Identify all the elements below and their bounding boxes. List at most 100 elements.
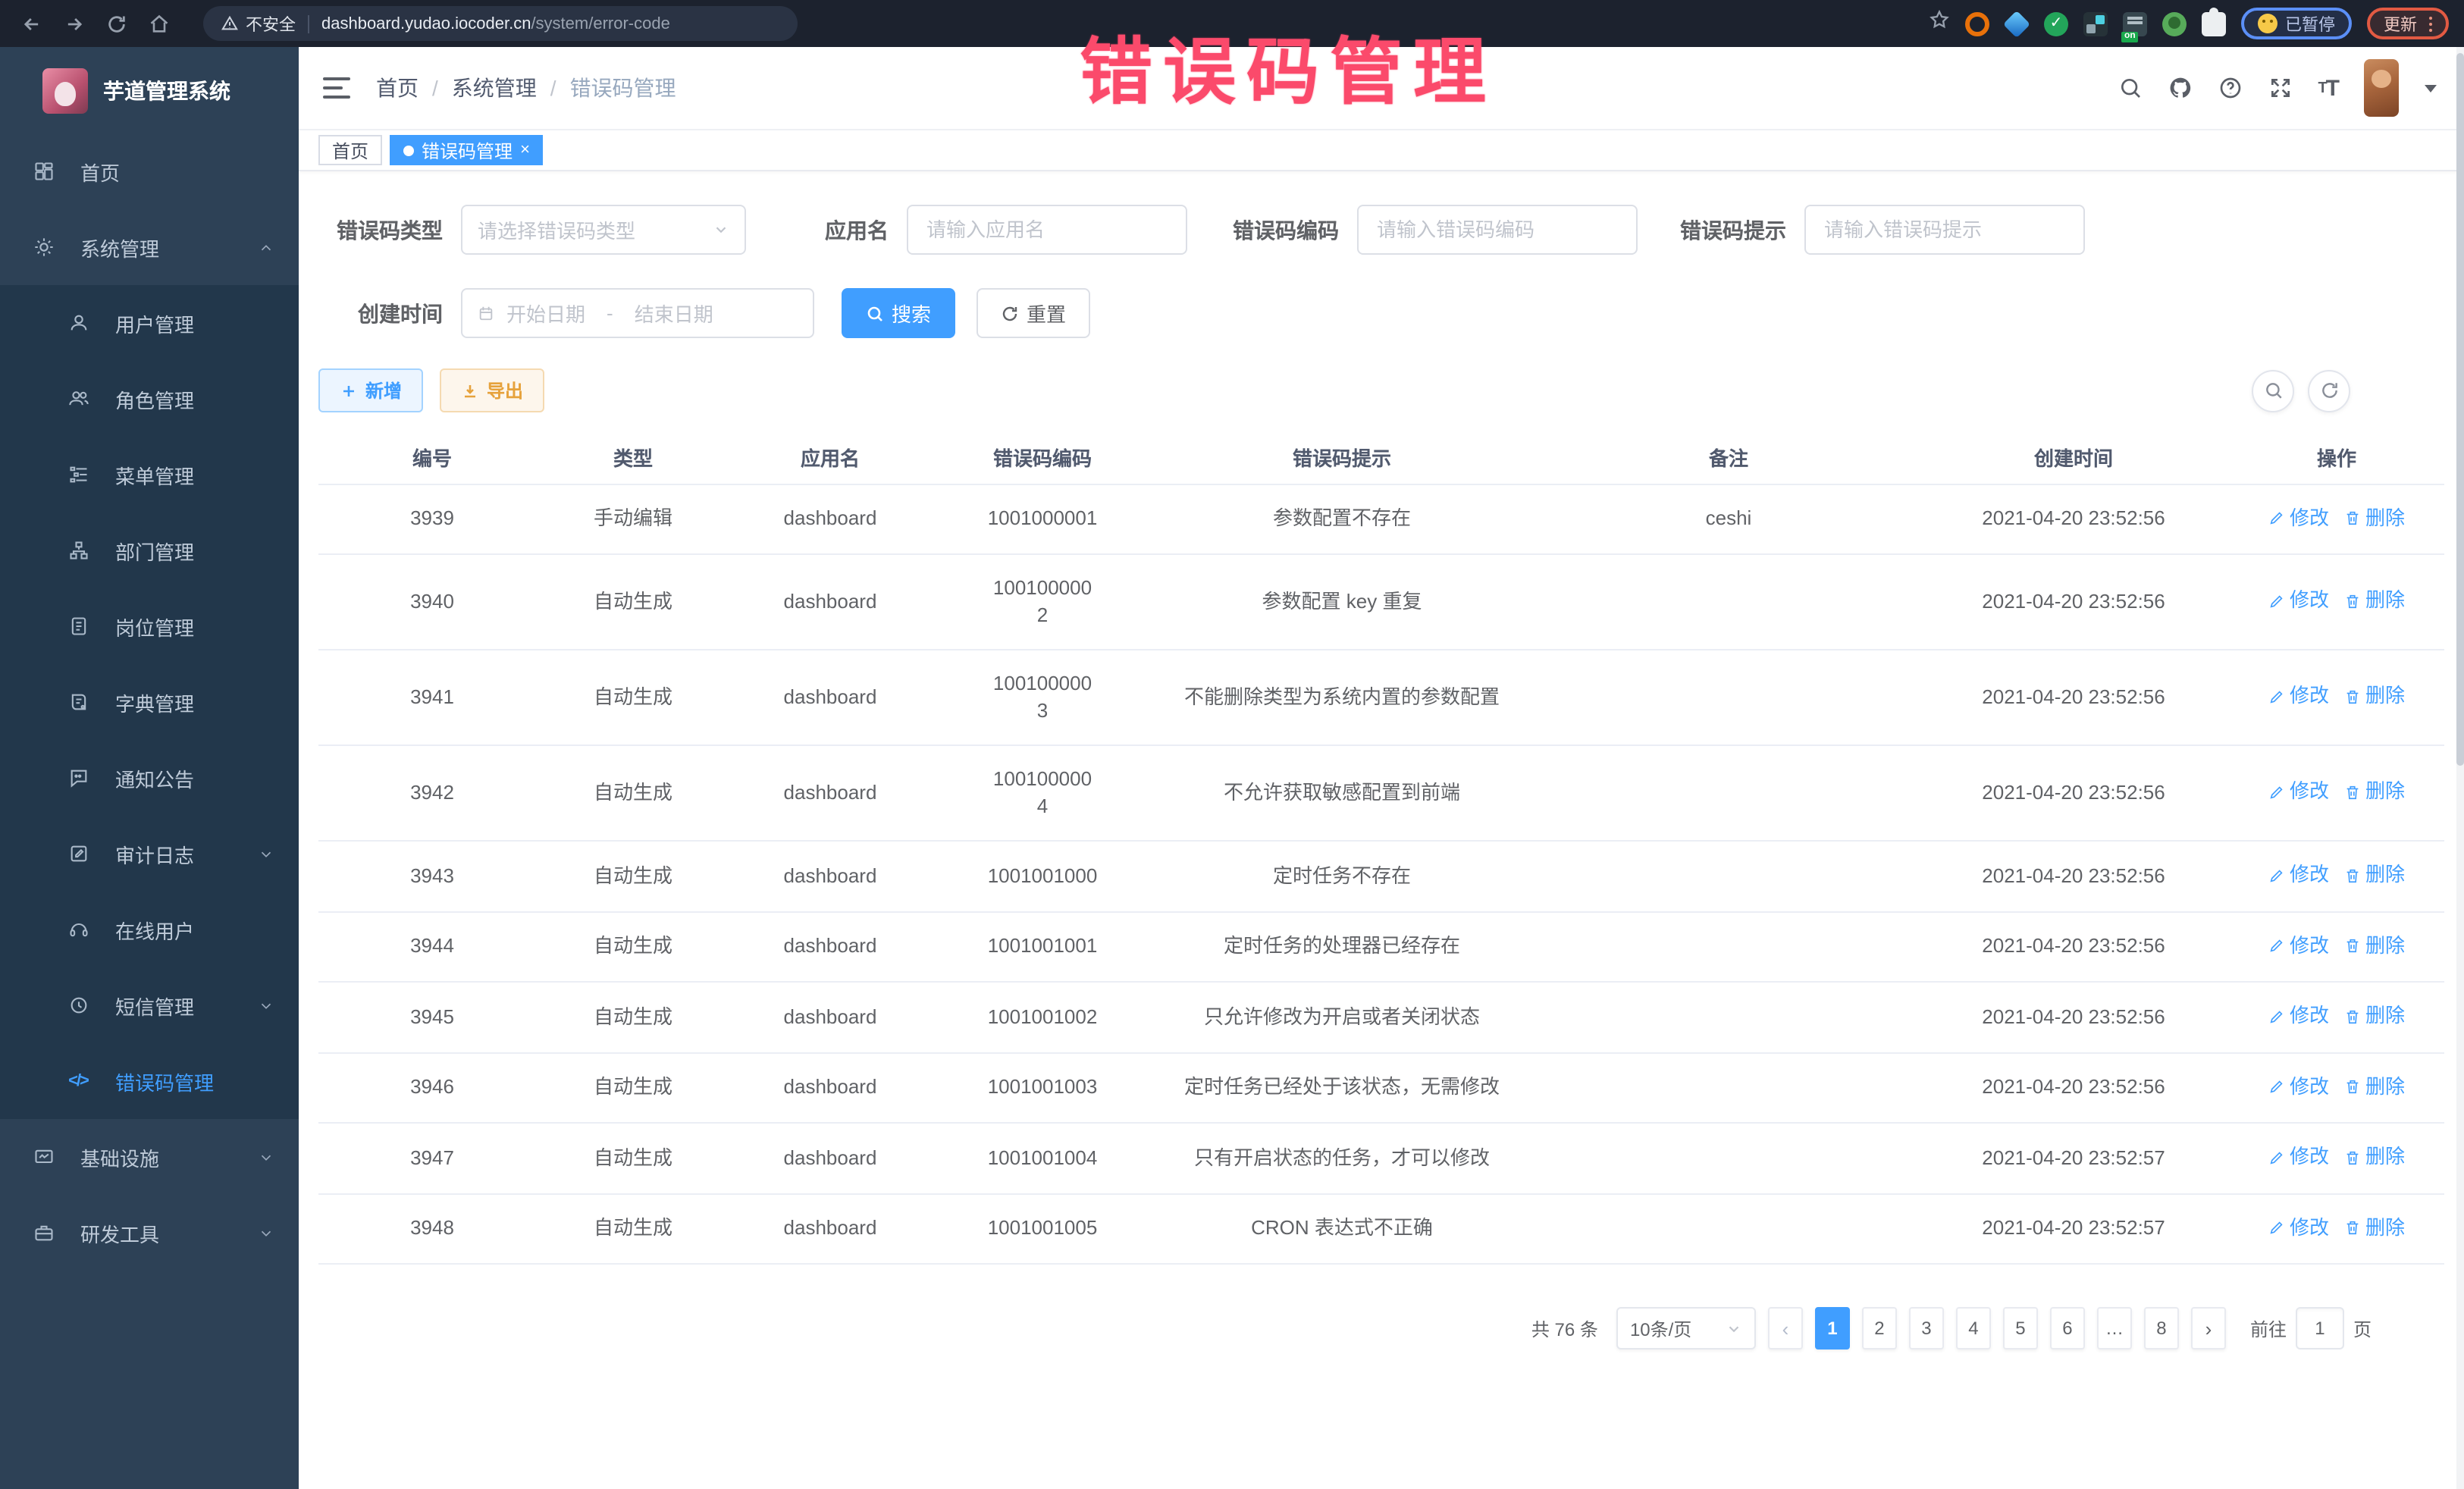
sidebar-item-字典管理[interactable]: 字典管理 xyxy=(0,664,299,740)
page-button-2[interactable]: 2 xyxy=(1862,1307,1897,1350)
delete-link[interactable]: 删除 xyxy=(2344,779,2405,806)
app-name-input-field[interactable] xyxy=(923,217,1171,243)
sidebar-item-在线用户[interactable]: 在线用户 xyxy=(0,892,299,967)
extension-icon-switch[interactable]: on xyxy=(2123,11,2147,36)
reset-button[interactable]: 重置 xyxy=(977,288,1090,338)
delete-link[interactable]: 删除 xyxy=(2344,861,2405,889)
browser-reload-icon[interactable] xyxy=(100,7,133,40)
sidebar-item-岗位管理[interactable]: 岗位管理 xyxy=(0,588,299,664)
sidebar-item-审计日志[interactable]: 审计日志 xyxy=(0,816,299,892)
error-msg-input-field[interactable] xyxy=(1821,217,2068,243)
delete-link[interactable]: 删除 xyxy=(2344,1214,2405,1241)
delete-link[interactable]: 删除 xyxy=(2344,932,2405,959)
error-code-input[interactable] xyxy=(1357,205,1638,255)
edit-link[interactable]: 修改 xyxy=(2268,1214,2329,1241)
extension-icon-gem[interactable] xyxy=(2003,10,2030,37)
page-button-4[interactable]: 4 xyxy=(1956,1307,1991,1350)
sidebar-item-系统管理[interactable]: 系统管理 xyxy=(0,209,299,285)
page-size-select[interactable]: 10条/页 xyxy=(1616,1307,1756,1350)
profile-paused-pill[interactable]: 已暂停 xyxy=(2241,8,2352,39)
page-button-1[interactable]: 1 xyxy=(1815,1307,1850,1350)
breadcrumb-home[interactable]: 首页 xyxy=(376,73,419,103)
app-logo[interactable]: 芋道管理系统 xyxy=(0,47,299,133)
collapse-menu-icon[interactable] xyxy=(323,77,350,99)
sidebar-item-基础设施[interactable]: 基础设施 xyxy=(0,1119,299,1195)
sidebar-item-错误码管理[interactable]: </>错误码管理 xyxy=(0,1043,299,1119)
page-ellipsis-button[interactable]: … xyxy=(2097,1307,2132,1350)
sidebar-item-角色管理[interactable]: 角色管理 xyxy=(0,361,299,437)
page-button-5[interactable]: 5 xyxy=(2003,1307,2038,1350)
edit-link[interactable]: 修改 xyxy=(2268,1002,2329,1030)
add-button[interactable]: 新增 xyxy=(318,368,423,412)
delete-link[interactable]: 删除 xyxy=(2344,588,2405,615)
address-bar[interactable]: 不安全 dashboard.yudao.iocoder.cn/system/er… xyxy=(203,6,798,41)
extension-icon-check[interactable]: ✓ xyxy=(2044,11,2068,36)
header-search-icon[interactable] xyxy=(2118,76,2142,100)
refresh-table-icon[interactable] xyxy=(2308,369,2350,412)
scrollbar-thumb[interactable] xyxy=(2456,53,2464,766)
sidebar-item-短信管理[interactable]: 短信管理 xyxy=(0,967,299,1043)
browser-menu-icon[interactable] xyxy=(2429,16,2432,31)
edit-link[interactable]: 修改 xyxy=(2268,932,2329,959)
extension-icon-ring[interactable] xyxy=(1965,11,1989,36)
breadcrumb-system[interactable]: 系统管理 xyxy=(452,73,537,103)
browser-update-button[interactable]: 更新 xyxy=(2367,8,2449,39)
browser-home-icon[interactable] xyxy=(143,7,176,40)
export-button[interactable]: 导出 xyxy=(440,368,544,412)
browser-back-icon[interactable] xyxy=(15,7,49,40)
user-avatar[interactable] xyxy=(2364,59,2399,117)
user-menu-caret-icon[interactable] xyxy=(2425,84,2437,92)
error-msg-input[interactable] xyxy=(1804,205,2085,255)
date-range-picker[interactable]: 开始日期 - 结束日期 xyxy=(461,288,814,338)
browser-forward-icon[interactable] xyxy=(58,7,91,40)
close-tag-icon[interactable]: × xyxy=(520,142,530,158)
edit-link[interactable]: 修改 xyxy=(2268,779,2329,806)
edit-link[interactable]: 修改 xyxy=(2268,683,2329,710)
edit-link[interactable]: 修改 xyxy=(2268,588,2329,615)
bookmark-star-icon[interactable] xyxy=(1929,9,1950,38)
sidebar-item-用户管理[interactable]: 用户管理 xyxy=(0,285,299,361)
column-header: 操作 xyxy=(2229,432,2444,484)
delete-link[interactable]: 删除 xyxy=(2344,1143,2405,1171)
extensions-puzzle-icon[interactable] xyxy=(2202,11,2226,36)
github-icon[interactable] xyxy=(2168,76,2192,100)
help-icon[interactable] xyxy=(2218,76,2242,100)
page-button-8[interactable]: 8 xyxy=(2144,1307,2179,1350)
sidebar-item-菜单管理[interactable]: 菜单管理 xyxy=(0,437,299,513)
next-page-button[interactable]: › xyxy=(2191,1307,2226,1350)
sidebar-item-首页[interactable]: 首页 xyxy=(0,133,299,209)
tag-error-code[interactable]: 错误码管理× xyxy=(390,135,544,165)
page-button-3[interactable]: 3 xyxy=(1909,1307,1944,1350)
edit-link[interactable]: 修改 xyxy=(2268,1143,2329,1171)
error-code-input-field[interactable] xyxy=(1374,217,1621,243)
extension-icon-grid[interactable] xyxy=(2083,11,2108,36)
delete-link[interactable]: 删除 xyxy=(2344,1002,2405,1030)
error-type-select[interactable]: 请选择错误码类型 xyxy=(461,205,746,255)
goto-page-input[interactable] xyxy=(2296,1307,2344,1350)
edit-link[interactable]: 修改 xyxy=(2268,861,2329,889)
search-button[interactable]: 搜索 xyxy=(842,288,955,338)
page-scrollbar[interactable] xyxy=(2456,47,2464,1489)
sidebar-item-部门管理[interactable]: 部门管理 xyxy=(0,513,299,588)
page-button-6[interactable]: 6 xyxy=(2050,1307,2085,1350)
url-divider xyxy=(308,14,309,33)
tree-icon xyxy=(67,463,89,486)
toggle-search-icon[interactable] xyxy=(2252,369,2294,412)
cell-remark xyxy=(1539,982,1918,1052)
sidebar-item-通知公告[interactable]: 通知公告 xyxy=(0,740,299,816)
tag-home[interactable]: 首页 xyxy=(318,135,382,165)
prev-page-button[interactable]: ‹ xyxy=(1768,1307,1803,1350)
delete-link[interactable]: 删除 xyxy=(2344,504,2405,531)
cell-type: 自动生成 xyxy=(546,1052,720,1123)
app-name-input[interactable] xyxy=(907,205,1187,255)
fullscreen-icon[interactable] xyxy=(2268,76,2292,100)
edit-link[interactable]: 修改 xyxy=(2268,1073,2329,1100)
sidebar-item-研发工具[interactable]: 研发工具 xyxy=(0,1195,299,1271)
delete-link[interactable]: 删除 xyxy=(2344,1073,2405,1100)
cell-id: 3943 xyxy=(318,841,546,911)
delete-link[interactable]: 删除 xyxy=(2344,683,2405,710)
extension-icon-spy[interactable] xyxy=(2162,11,2187,36)
edit-link[interactable]: 修改 xyxy=(2268,504,2329,531)
font-size-icon[interactable]: TT xyxy=(2318,75,2338,101)
cell-app: dashboard xyxy=(720,1052,940,1123)
